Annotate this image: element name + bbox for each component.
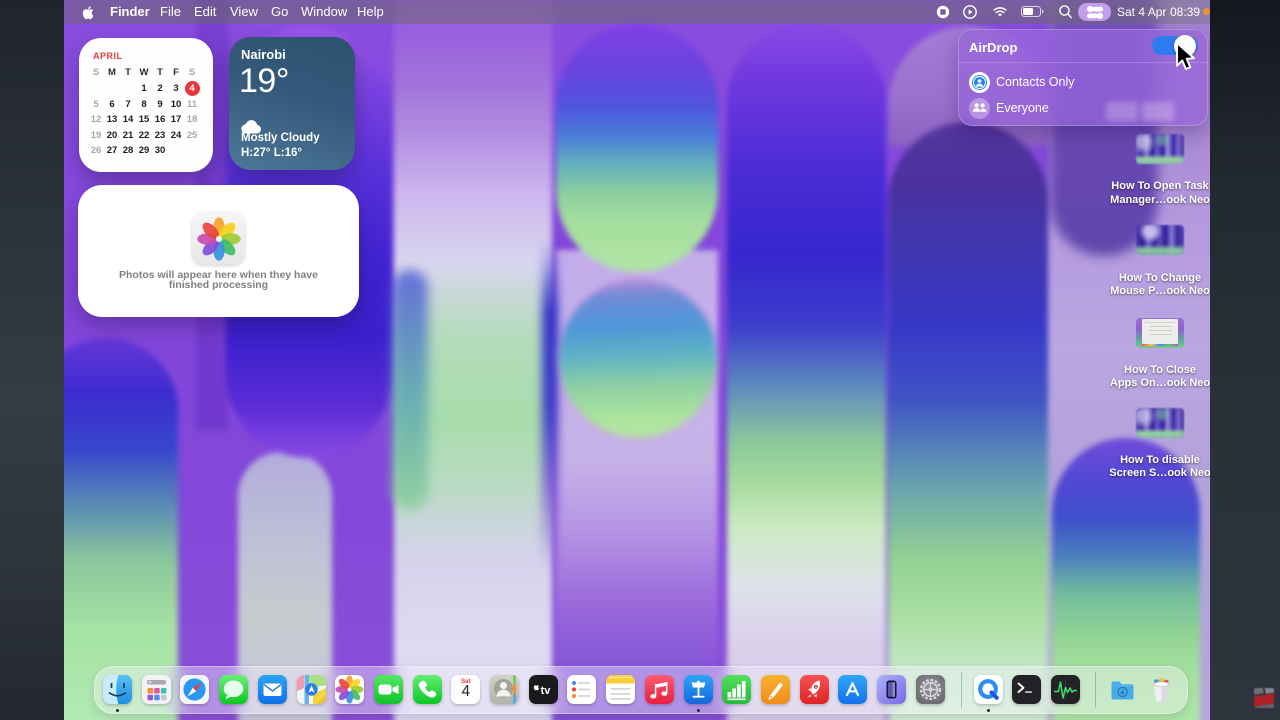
svg-text:tv: tv: [540, 685, 551, 697]
